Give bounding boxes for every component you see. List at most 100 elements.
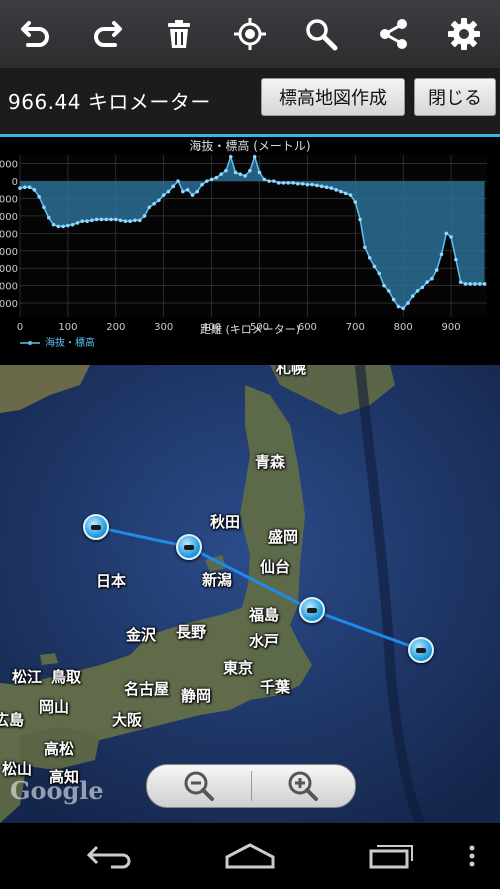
route-marker[interactable] — [408, 637, 434, 663]
y-tick-label: 1000 — [0, 195, 18, 206]
elevation-point — [363, 245, 367, 250]
overflow-menu-icon — [469, 845, 475, 867]
zoom-out-button[interactable] — [147, 765, 251, 807]
elevation-point — [118, 218, 123, 223]
home-button[interactable] — [222, 837, 278, 875]
google-logo: Google — [10, 776, 104, 805]
system-navigation-bar — [0, 823, 500, 889]
elevation-point — [468, 282, 473, 286]
city-label: 水戸 — [249, 632, 280, 650]
elevation-point — [319, 184, 324, 189]
elevation-point — [401, 306, 405, 311]
country-label: 日本 — [96, 572, 127, 590]
y-tick-label: 7000 — [0, 299, 18, 310]
redo-icon — [94, 21, 123, 47]
close-button[interactable]: 閉じる — [414, 78, 496, 116]
back-icon — [86, 845, 131, 869]
elevation-point — [147, 205, 152, 210]
city-label: 鳥取 — [51, 668, 82, 686]
recent-apps-button[interactable] — [362, 837, 418, 875]
chart-title: 海抜・標高 (メートル) — [189, 138, 310, 153]
elevation-chart-svg: 海抜・標高 (メートル) 100001000200030004000500060… — [0, 138, 487, 349]
zoom-in-button[interactable] — [252, 765, 356, 807]
elevation-point — [99, 217, 104, 222]
elevation-point — [300, 181, 305, 186]
search-button[interactable] — [295, 8, 347, 60]
elevation-point — [329, 186, 334, 190]
my-location-button[interactable] — [224, 8, 276, 60]
elevation-point — [219, 172, 223, 176]
elevation-point — [343, 191, 348, 196]
city-label: 岡山 — [39, 698, 70, 716]
elevation-point — [425, 280, 429, 284]
elevation-point — [224, 168, 228, 173]
x-tick-label: 0 — [17, 322, 23, 333]
city-label: 福島 — [249, 606, 280, 624]
y-tick-label: 4000 — [0, 247, 18, 258]
elevation-point — [382, 283, 386, 288]
elevation-point — [90, 218, 94, 223]
city-label: 松江 — [12, 668, 43, 686]
elevation-point — [406, 301, 410, 305]
locate-icon — [233, 18, 266, 50]
elevation-point — [410, 294, 415, 298]
map-terrain — [0, 365, 500, 823]
elevation-point — [334, 188, 338, 192]
redo-button[interactable] — [81, 8, 133, 60]
city-label: 長野 — [176, 623, 207, 641]
elevation-point — [391, 297, 396, 302]
share-icon — [379, 19, 407, 49]
elevation-point — [66, 223, 70, 228]
elevation-point — [291, 181, 295, 185]
y-tick-label: 6000 — [0, 282, 18, 293]
elevation-point — [22, 185, 27, 190]
x-tick-label: 700 — [346, 322, 365, 333]
overflow-menu-button[interactable] — [462, 837, 482, 875]
elevation-point — [305, 182, 310, 187]
elevation-point — [200, 182, 204, 187]
elevation-point — [137, 218, 142, 223]
legend-marker — [28, 341, 32, 345]
elevation-point — [75, 221, 80, 225]
elevation-point — [434, 268, 439, 272]
undo-button[interactable] — [10, 8, 62, 60]
elevation-point — [238, 172, 243, 176]
create-elevation-map-button[interactable]: 標高地図作成 — [261, 78, 405, 116]
city-label: 高松 — [44, 740, 75, 758]
elevation-point — [267, 179, 271, 183]
elevation-point — [454, 257, 458, 262]
elevation-point — [348, 193, 353, 197]
zoom-control — [146, 764, 356, 808]
x-tick-label: 800 — [394, 322, 413, 333]
elevation-point — [27, 185, 32, 190]
y-tick-label: 2000 — [0, 212, 18, 223]
elevation-point — [205, 179, 209, 183]
settings-button[interactable] — [438, 8, 490, 60]
route-marker[interactable] — [299, 597, 325, 623]
y-tick-label: 5000 — [0, 264, 18, 275]
share-button[interactable] — [367, 8, 419, 60]
elevation-chart: 海抜・標高 (メートル) 100001000200030004000500060… — [0, 137, 500, 365]
route-info-bar: 966.44 キロメーター 標高地図作成 閉じる — [0, 68, 500, 137]
elevation-point — [430, 276, 434, 281]
elevation-point — [185, 188, 190, 192]
elevation-point — [51, 222, 56, 227]
x-tick-label: 300 — [154, 322, 173, 333]
elevation-point — [142, 214, 147, 218]
elevation-point — [358, 217, 362, 222]
delete-button[interactable] — [153, 8, 205, 60]
satellite-map[interactable]: 札幌 青森 秋田 盛岡 仙台 新潟 福島 金沢 長野 水戸 東京 千葉 名古屋 … — [0, 365, 500, 823]
elevation-point — [243, 174, 247, 178]
elevation-point — [310, 182, 314, 187]
city-label: 東京 — [223, 659, 254, 677]
elevation-point — [123, 219, 128, 223]
route-marker[interactable] — [176, 534, 202, 560]
route-marker[interactable] — [83, 514, 109, 540]
back-button[interactable] — [82, 837, 138, 875]
elevation-point — [420, 285, 425, 290]
trash-icon — [167, 20, 190, 48]
x-tick-label: 100 — [58, 322, 77, 333]
elevation-point — [195, 189, 200, 194]
elevation-point — [415, 289, 420, 293]
zoom-out-icon — [184, 771, 214, 801]
